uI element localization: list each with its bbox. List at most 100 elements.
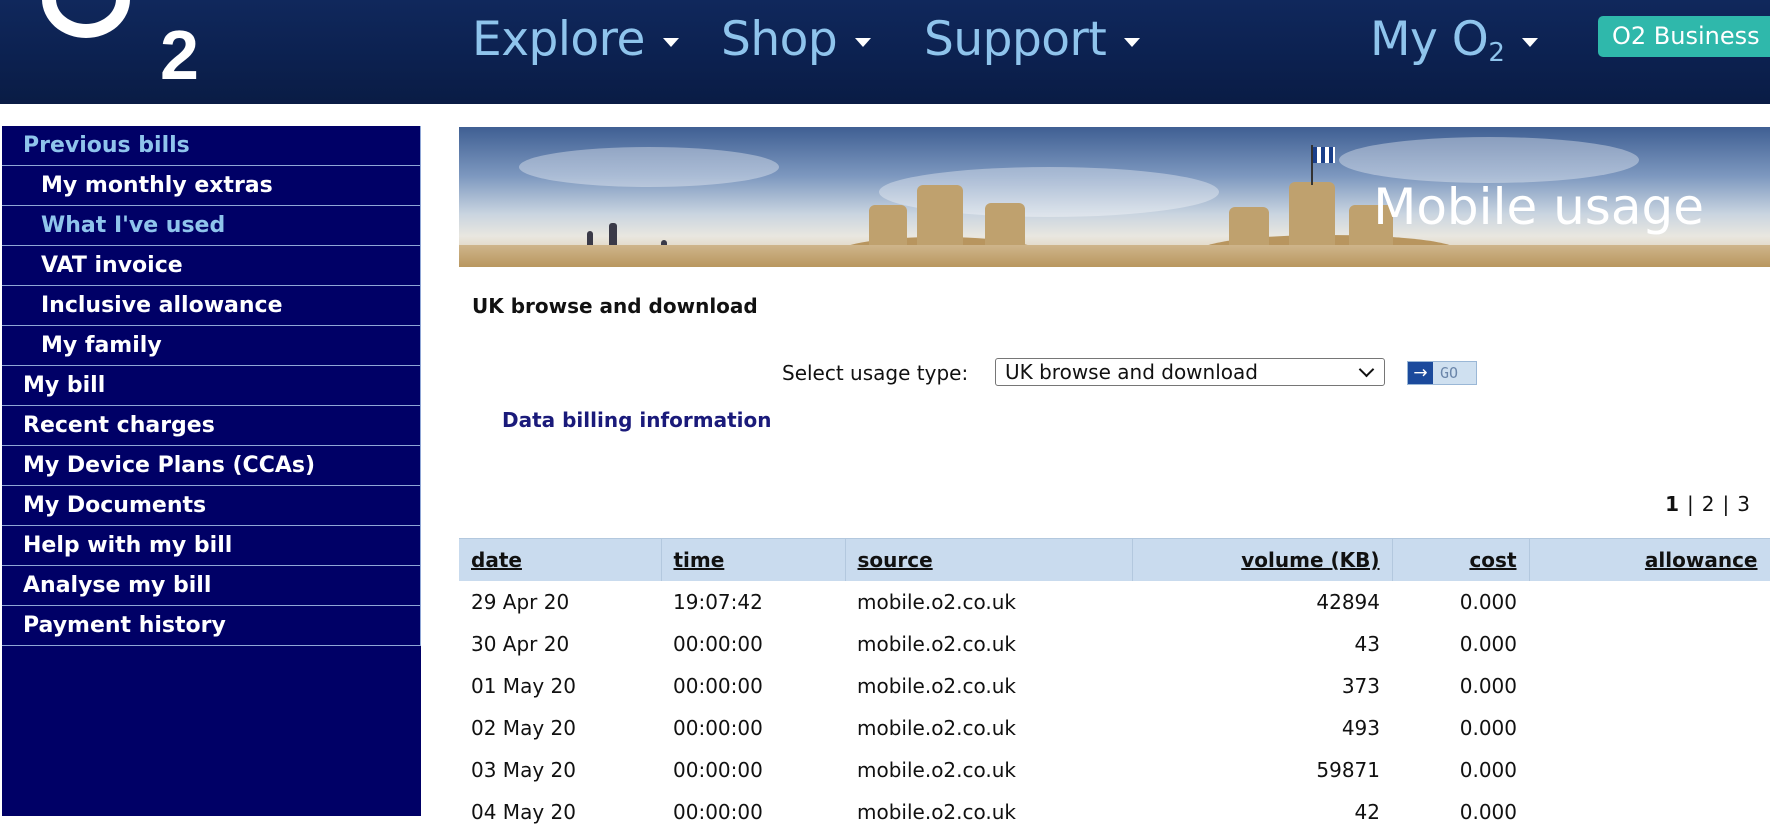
- pager-separator: |: [1687, 492, 1694, 516]
- table-row: 04 May 20 00:00:00 mobile.o2.co.uk 42 0.…: [459, 791, 1770, 833]
- sidebar-item-my-bill[interactable]: My bill: [2, 366, 421, 406]
- data-billing-information-link[interactable]: Data billing information: [502, 408, 772, 432]
- sidebar-item-payment-history[interactable]: Payment history: [2, 606, 421, 646]
- sidebar-item-analyse-my-bill[interactable]: Analyse my bill: [2, 566, 421, 606]
- sort-date-link[interactable]: date: [471, 548, 522, 572]
- o2-logo[interactable]: 2: [20, 0, 220, 90]
- page-3-link[interactable]: 3: [1737, 492, 1750, 516]
- mobile-usage-banner: Mobile usage: [459, 127, 1770, 267]
- sidebar-item-my-family[interactable]: My family: [2, 326, 421, 366]
- sort-time-link[interactable]: time: [674, 548, 725, 572]
- o2-business-button[interactable]: O2 Business: [1598, 16, 1770, 57]
- cell-allowance: [1529, 707, 1770, 749]
- pagination: 1 | 2 | 3: [1665, 492, 1750, 516]
- sandcastle-tower: [985, 203, 1025, 251]
- cell-source: mobile.o2.co.uk: [857, 590, 1017, 614]
- nav-my-o2-subscript: 2: [1488, 38, 1505, 68]
- cell-allowance: [1529, 749, 1770, 791]
- go-button-label: GO: [1440, 364, 1459, 382]
- sidebar-item-what-ive-used[interactable]: What I've used: [2, 206, 421, 246]
- column-header-volume[interactable]: volume (KB): [1132, 538, 1393, 581]
- sort-cost-link[interactable]: cost: [1469, 548, 1516, 572]
- cell-cost: 0.000: [1459, 758, 1517, 782]
- sand-strip: [459, 245, 1770, 267]
- column-header-cost[interactable]: cost: [1392, 538, 1530, 581]
- cell-volume: 373: [1341, 674, 1380, 698]
- sidebar-item-previous-bills[interactable]: Previous bills: [2, 126, 421, 166]
- cell-volume: 42: [1354, 800, 1380, 824]
- column-header-date[interactable]: date: [459, 538, 662, 581]
- cell-allowance: [1529, 665, 1770, 707]
- chevron-down-icon: [662, 38, 679, 47]
- nav-my-o2[interactable]: My O2: [1370, 12, 1539, 81]
- sandcastle-tower: [1289, 182, 1335, 252]
- go-button[interactable]: → GO: [1407, 361, 1477, 385]
- page-1-link[interactable]: 1: [1665, 492, 1679, 516]
- cell-date: 30 Apr 20: [471, 632, 570, 656]
- nav-explore-label: Explore: [472, 12, 645, 67]
- nav-support-label: Support: [924, 12, 1107, 67]
- nav-support[interactable]: Support: [924, 12, 1141, 68]
- usage-type-select-value: UK browse and download: [1005, 360, 1258, 384]
- sort-allowance-link[interactable]: allowance: [1645, 548, 1758, 572]
- column-header-source[interactable]: source: [845, 538, 1133, 581]
- cell-allowance: [1529, 623, 1770, 665]
- sidebar-item-recent-charges[interactable]: Recent charges: [2, 406, 421, 446]
- cell-volume: 59871: [1316, 758, 1380, 782]
- sandcastle-tower: [917, 185, 963, 251]
- sidebar-item-my-device-plans[interactable]: My Device Plans (CCAs): [2, 446, 421, 486]
- cell-time: 00:00:00: [673, 800, 763, 824]
- cell-date: 01 May 20: [471, 674, 576, 698]
- chevron-down-icon: [1522, 38, 1539, 47]
- cell-time: 00:00:00: [673, 758, 763, 782]
- cell-source: mobile.o2.co.uk: [857, 758, 1017, 782]
- usage-type-label: Select usage type:: [782, 361, 969, 385]
- sidebar-item-vat-invoice[interactable]: VAT invoice: [2, 246, 421, 286]
- top-navigation-bar: 2 Explore Shop Support My O2 O2 Business: [0, 0, 1770, 104]
- cell-time: 00:00:00: [673, 716, 763, 740]
- bill-sidebar-menu: Previous bills My monthly extras What I'…: [0, 126, 421, 816]
- sidebar-item-my-documents[interactable]: My Documents: [2, 486, 421, 526]
- table-row: 02 May 20 00:00:00 mobile.o2.co.uk 493 0…: [459, 707, 1770, 749]
- column-header-time[interactable]: time: [661, 538, 846, 581]
- nav-explore[interactable]: Explore: [472, 12, 679, 68]
- page-2-link[interactable]: 2: [1702, 492, 1715, 516]
- column-header-allowance[interactable]: allowance: [1529, 538, 1770, 581]
- cell-date: 04 May 20: [471, 800, 576, 824]
- chevron-down-icon: [855, 38, 872, 47]
- cell-cost: 0.000: [1459, 800, 1517, 824]
- section-title: UK browse and download: [472, 294, 758, 318]
- nav-my-o2-label: My O: [1370, 12, 1489, 67]
- cell-cost: 0.000: [1459, 674, 1517, 698]
- chevron-down-icon: [1124, 38, 1141, 47]
- cell-allowance: [1529, 581, 1770, 623]
- nav-shop[interactable]: Shop: [721, 12, 872, 68]
- cell-cost: 0.000: [1459, 716, 1517, 740]
- cell-volume: 42894: [1316, 590, 1380, 614]
- logo-subscript: 2: [160, 16, 199, 94]
- cell-date: 02 May 20: [471, 716, 576, 740]
- sidebar-item-inclusive-allowance[interactable]: Inclusive allowance: [2, 286, 421, 326]
- usage-table: date time source volume (KB) cost allowa…: [459, 538, 1770, 833]
- cloud-shape: [519, 147, 779, 187]
- cell-source: mobile.o2.co.uk: [857, 800, 1017, 824]
- cell-time: 19:07:42: [673, 590, 763, 614]
- sort-volume-link[interactable]: volume (KB): [1241, 548, 1379, 572]
- cell-time: 00:00:00: [673, 632, 763, 656]
- sort-source-link[interactable]: source: [858, 548, 933, 572]
- flag-icon: [1313, 147, 1335, 163]
- table-header-row: date time source volume (KB) cost allowa…: [459, 538, 1770, 581]
- table-row: 01 May 20 00:00:00 mobile.o2.co.uk 373 0…: [459, 665, 1770, 707]
- usage-type-select[interactable]: UK browse and download: [995, 358, 1385, 386]
- cell-allowance: [1529, 791, 1770, 833]
- cell-volume: 493: [1341, 716, 1380, 740]
- cell-source: mobile.o2.co.uk: [857, 716, 1017, 740]
- cell-date: 29 Apr 20: [471, 590, 570, 614]
- cell-source: mobile.o2.co.uk: [857, 632, 1017, 656]
- sidebar-item-help-with-my-bill[interactable]: Help with my bill: [2, 526, 421, 566]
- logo-circle: [42, 0, 130, 38]
- table-row: 29 Apr 20 19:07:42 mobile.o2.co.uk 42894…: [459, 581, 1770, 623]
- sidebar-item-my-monthly-extras[interactable]: My monthly extras: [2, 166, 421, 206]
- cell-cost: 0.000: [1459, 590, 1517, 614]
- table-row: 03 May 20 00:00:00 mobile.o2.co.uk 59871…: [459, 749, 1770, 791]
